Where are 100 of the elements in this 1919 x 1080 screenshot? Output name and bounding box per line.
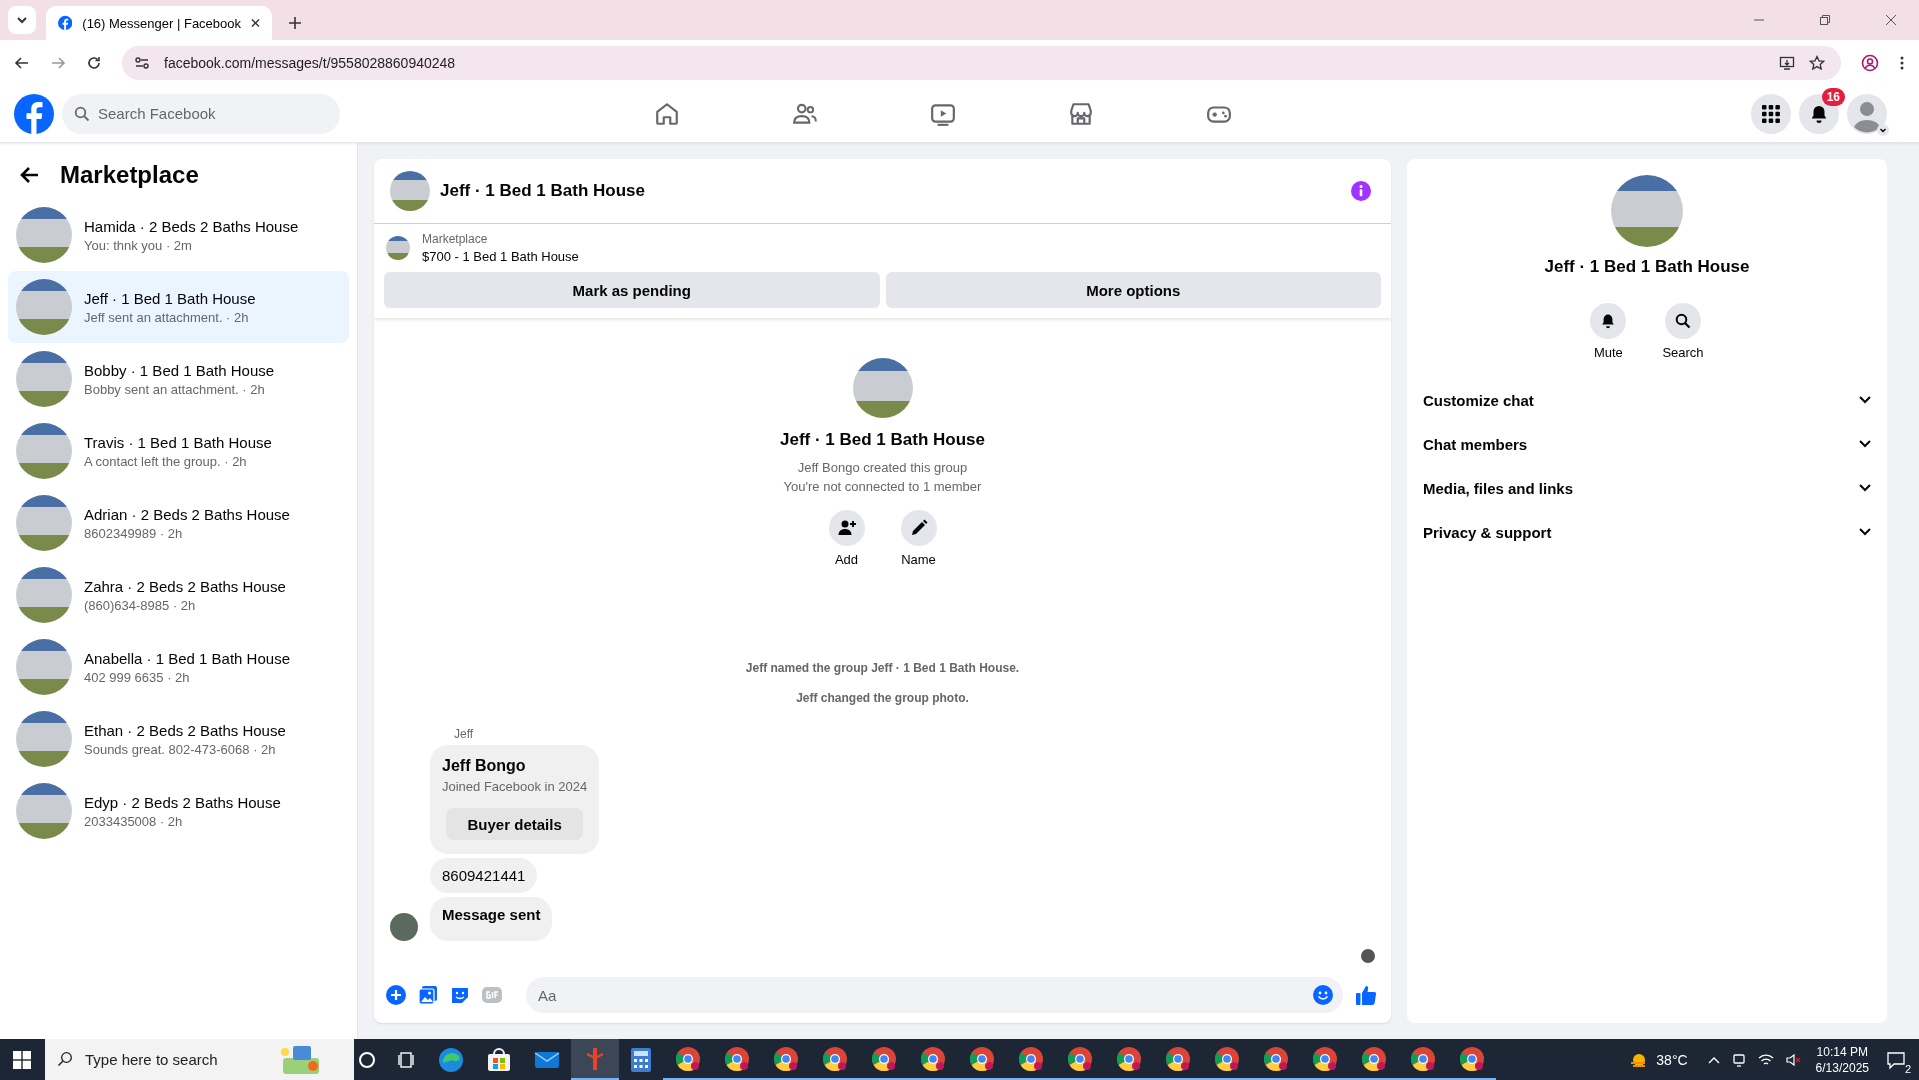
conversation-item[interactable]: Jeff · 1 Bed 1 Bath House Jeff sent an attachment. · 2h — [8, 271, 349, 343]
tab-title: (16) Messenger | Facebook — [82, 15, 242, 31]
house-photo — [16, 279, 72, 335]
search-button[interactable] — [1665, 303, 1701, 339]
close-icon[interactable] — [1885, 14, 1897, 26]
reload-icon[interactable] — [86, 54, 102, 71]
browser-tab[interactable]: (16) Messenger | Facebook — [46, 6, 272, 40]
conversation-preview: You: thnk you · 2m — [84, 237, 193, 253]
forward-arrow-icon[interactable] — [50, 54, 66, 71]
wifi-icon[interactable] — [1757, 1052, 1774, 1067]
buyer-details-button[interactable]: Buyer details — [446, 808, 584, 840]
house-photo — [16, 423, 72, 479]
action-label: Name — [901, 552, 936, 567]
sidebar-title: Marketplace — [60, 161, 199, 189]
plus-icon[interactable] — [386, 985, 406, 1005]
clock-time: 10:14 PM — [1816, 1043, 1868, 1060]
notification-center-button[interactable]: 2 — [1881, 1044, 1911, 1075]
taskbar-search-field[interactable]: Type here to search — [45, 1039, 354, 1080]
conversation-name: Bobby · 1 Bed 1 Bath House — [84, 361, 275, 379]
weather-temperature[interactable]: 38°C — [1656, 1051, 1688, 1068]
install-app-icon[interactable] — [1779, 54, 1795, 71]
thumbs-up-icon[interactable] — [1355, 984, 1377, 1006]
edit-name-button[interactable] — [900, 510, 937, 546]
search-icon — [1675, 313, 1691, 329]
back-arrow-icon[interactable] — [20, 165, 40, 185]
store-bag-icon[interactable] — [486, 1046, 512, 1073]
taskbar-app-button[interactable] — [571, 1039, 619, 1080]
chevron-up-icon[interactable] — [1707, 1055, 1720, 1064]
details-section[interactable]: Customize chat — [1423, 378, 1871, 422]
conversation-item[interactable]: Travis · 1 Bed 1 Bath House A contact left the group. · 2h — [8, 415, 349, 487]
restore-icon[interactable] — [1819, 14, 1831, 26]
conversation-item[interactable]: Ethan · 2 Beds 2 Baths House Sounds great. 802-473-6068 · 2h — [8, 703, 349, 775]
message-field[interactable]: Aa — [526, 977, 1343, 1013]
listing-title: $700 - 1 Bed 1 Bath House — [422, 249, 579, 264]
close-icon[interactable] — [251, 18, 260, 28]
sticker-icon[interactable] — [450, 985, 470, 1005]
cortana-circle-icon[interactable] — [358, 1050, 376, 1069]
mute-button[interactable] — [1590, 303, 1627, 339]
conversation-preview: Sounds great. 802-473-6068 · 2h — [84, 741, 277, 757]
emoji-icon[interactable] — [1313, 985, 1333, 1005]
task-view-icon[interactable] — [398, 1050, 416, 1069]
info-icon[interactable] — [1351, 181, 1371, 201]
house-photo — [16, 783, 72, 839]
house-photo — [390, 171, 430, 211]
marketplace-icon[interactable] — [1068, 100, 1094, 127]
menu-grid-button[interactable] — [1751, 93, 1791, 134]
edge-browser-icon[interactable] — [438, 1046, 464, 1073]
house-photo — [16, 639, 72, 695]
conversation-item[interactable]: Hamida · 2 Beds 2 Baths House You: thnk you · 2m — [8, 199, 349, 271]
conversation-item[interactable]: Anabella · 1 Bed 1 Bath House 402 999 6635 · 2h — [8, 631, 349, 703]
group-info-text: Jeff Bongo created this group — [797, 460, 968, 475]
taskbar-clock[interactable]: 10:14 PM 6/13/2025 — [1815, 1043, 1869, 1076]
grid-icon — [1761, 103, 1781, 124]
search-icon — [57, 1051, 73, 1067]
site-settings-icon[interactable] — [134, 54, 150, 71]
conversation-item[interactable]: Zahra · 2 Beds 2 Baths House (860)634-8985 · 2h — [8, 559, 349, 631]
conversation-item[interactable]: Bobby · 1 Bed 1 Bath House Bobby sent an attachment. · 2h — [8, 343, 349, 415]
back-arrow-icon[interactable] — [14, 54, 30, 71]
house-photo — [16, 351, 72, 407]
conversation-name: Ethan · 2 Beds 2 Baths House — [84, 721, 286, 739]
house-photo — [16, 207, 72, 263]
notifications-button[interactable] — [1799, 93, 1839, 134]
add-member-button[interactable] — [828, 510, 865, 546]
conversation-name: Edyp · 2 Beds 2 Baths House — [84, 793, 281, 811]
speaker-muted-icon[interactable] — [1785, 1052, 1802, 1067]
profile-icon[interactable] — [1861, 53, 1879, 72]
message-bubble: Message sent — [430, 897, 553, 941]
details-section[interactable]: Chat members — [1423, 422, 1871, 466]
windows-start-icon[interactable] — [13, 1050, 31, 1069]
seen-avatar — [1361, 949, 1375, 963]
conversation-preview: (860)634-8985 · 2h — [84, 597, 197, 613]
action-label: Add — [834, 552, 859, 567]
details-section[interactable]: Privacy & support — [1423, 510, 1871, 554]
listing-action-button[interactable]: Mark as pending — [384, 272, 880, 308]
add-person-icon — [836, 518, 857, 538]
chevron-down-icon — [1859, 528, 1871, 536]
group-event-text: Jeff named the group Jeff · 1 Bed 1 Bath House. — [745, 661, 1020, 675]
conversation-item[interactable]: Edyp · 2 Beds 2 Baths House 2033435008 · 2h — [8, 775, 349, 847]
conversation-name: Zahra · 2 Beds 2 Baths House — [84, 577, 286, 595]
tab-list-button[interactable] — [8, 6, 36, 34]
search-field[interactable]: Search Facebook — [62, 93, 340, 134]
facebook-logo-icon[interactable] — [14, 93, 54, 134]
chat-title: Jeff · 1 Bed 1 Bath House — [1544, 257, 1750, 277]
details-section[interactable]: Media, files and links — [1423, 466, 1871, 510]
new-tab-icon[interactable] — [288, 16, 302, 30]
more-menu-icon[interactable] — [1899, 54, 1905, 71]
home-icon[interactable] — [654, 100, 680, 127]
bookmark-star-icon[interactable] — [1809, 54, 1825, 71]
listing-action-button[interactable]: More options — [885, 272, 1381, 308]
house-photo — [16, 711, 72, 767]
device-icon[interactable] — [1731, 1052, 1746, 1067]
app-figure-icon — [584, 1045, 606, 1072]
image-icon[interactable] — [418, 985, 438, 1005]
conversation-preview: Jeff sent an attachment. · 2h — [84, 309, 250, 325]
calculator-icon[interactable] — [630, 1046, 652, 1073]
account-button[interactable] — [1847, 93, 1887, 134]
conversation-item[interactable]: Adrian · 2 Beds 2 Baths House 8602349989 · 2h — [8, 487, 349, 559]
address-field[interactable]: facebook.com/messages/t/9558028860940248 — [122, 45, 1841, 80]
message-bubble: 8609421441 — [430, 858, 538, 893]
group-event-text: Jeff changed the group photo. — [796, 691, 969, 705]
